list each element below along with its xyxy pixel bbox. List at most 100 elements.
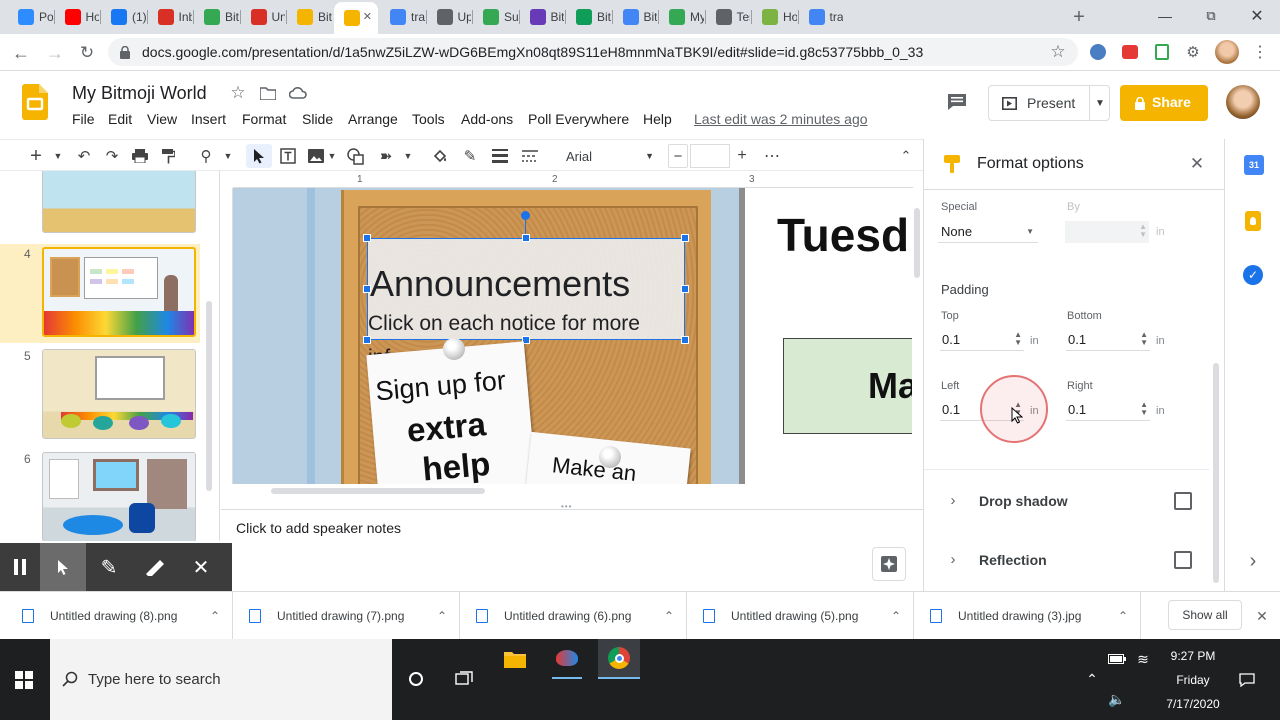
browser-tab[interactable]: (1) — [101, 4, 146, 30]
whiteboard[interactable]: Tuesd Ma — [739, 188, 913, 484]
border-weight-icon[interactable] — [490, 144, 510, 168]
menu-slide[interactable]: Slide — [302, 111, 333, 127]
last-edit-link[interactable]: Last edit was 2 minutes ago — [694, 111, 868, 127]
browser-tab[interactable]: Pos — [8, 4, 53, 30]
window-close-icon[interactable]: ✕ — [1244, 4, 1270, 28]
star-icon[interactable]: ☆ — [229, 83, 247, 102]
padding-right-input[interactable]: 0.1 ▲ ▼ — [1066, 399, 1150, 421]
chevron-up-icon[interactable]: ⌃ — [1118, 609, 1128, 623]
close-drawing-icon[interactable]: ✕ — [178, 543, 224, 591]
forward-icon[interactable]: → — [44, 42, 66, 64]
download-item[interactable]: Untitled drawing (7).png ⌃ — [235, 592, 460, 640]
whiteboard-box[interactable]: Ma — [783, 338, 913, 434]
account-avatar[interactable] — [1226, 85, 1260, 119]
menu-edit[interactable]: Edit — [108, 111, 132, 127]
browser-tab[interactable]: Tes — [706, 4, 750, 30]
browser-tab[interactable]: Bit — [194, 4, 239, 30]
tray-chevron-icon[interactable]: ⌃ — [1082, 669, 1102, 689]
close-downloads-icon[interactable]: ✕ — [1252, 606, 1272, 626]
minimize-icon[interactable]: — — [1152, 4, 1178, 28]
clock-date[interactable]: 7/17/2020 — [1156, 697, 1230, 711]
taskbar-search-box[interactable]: Type here to search — [50, 639, 392, 720]
browser-tab[interactable]: Up — [427, 4, 471, 30]
wifi-icon[interactable]: ≋ — [1132, 649, 1154, 669]
speaker-notes[interactable]: Click to add speaker notes — [236, 520, 401, 536]
browser-tab[interactable]: My — [659, 4, 704, 30]
print-icon[interactable] — [130, 144, 150, 168]
font-select[interactable]: Arial ▼ — [560, 144, 660, 168]
browser-tab[interactable]: Inb — [148, 4, 192, 30]
stepper-icon[interactable]: ▲ ▼ — [1140, 401, 1148, 417]
menu-arrange[interactable]: Arrange — [348, 111, 398, 127]
extension-icon[interactable] — [1088, 42, 1108, 62]
comments-icon[interactable] — [946, 92, 968, 112]
fill-color-icon[interactable] — [430, 144, 450, 168]
new-slide-icon[interactable]: + — [26, 144, 46, 168]
menu-insert[interactable]: Insert — [191, 111, 226, 127]
slides-logo-icon[interactable] — [22, 84, 48, 120]
resize-handle[interactable] — [363, 285, 371, 293]
file-explorer-icon[interactable] — [500, 639, 530, 679]
present-button[interactable]: Present ▼ — [988, 85, 1110, 121]
undo-icon[interactable]: ↶ — [74, 144, 94, 168]
show-all-button[interactable]: Show all — [1168, 600, 1242, 630]
font-size-increase-icon[interactable]: + — [732, 144, 752, 168]
browser-tab[interactable]: Bit — [566, 4, 611, 30]
bookmark-star-icon[interactable]: ☆ — [1048, 42, 1068, 62]
chevron-up-icon[interactable]: ⌃ — [437, 609, 447, 623]
reflection-section[interactable]: › Reflection — [924, 542, 1209, 578]
present-dropdown-icon[interactable]: ▼ — [1090, 86, 1110, 120]
explore-icon[interactable] — [872, 547, 906, 581]
slide-canvas[interactable]: Announcements Click on each notice for m… — [233, 188, 913, 484]
close-panel-icon[interactable]: ✕ — [1186, 153, 1208, 175]
back-icon[interactable]: ← — [10, 42, 32, 64]
reflection-checkbox[interactable] — [1174, 551, 1192, 569]
extension-icon[interactable] — [1120, 42, 1140, 62]
volume-icon[interactable]: 🔈 — [1106, 689, 1128, 709]
stepper-icon[interactable]: ▲ ▼ — [1140, 331, 1148, 347]
horizontal-scrollbar[interactable] — [233, 484, 913, 498]
shape-icon[interactable] — [345, 144, 365, 168]
drop-shadow-checkbox[interactable] — [1174, 492, 1192, 510]
calendar-icon[interactable]: 31 — [1244, 155, 1264, 175]
clock-day[interactable]: Friday — [1162, 673, 1224, 687]
vertical-scrollbar[interactable] — [912, 188, 923, 484]
browser-tab[interactable]: tra — [380, 4, 425, 30]
chevron-up-icon[interactable]: ⌃ — [891, 609, 901, 623]
menu-dots-icon[interactable]: ⋮ — [1250, 42, 1270, 62]
browser-tab[interactable]: tra — [799, 4, 843, 30]
puzzle-icon[interactable]: ⚙ — [1183, 42, 1203, 62]
move-folder-icon[interactable] — [259, 85, 277, 101]
slide-thumbnail[interactable] — [42, 452, 196, 541]
new-tab-icon[interactable]: + — [1068, 6, 1090, 28]
font-size-decrease-icon[interactable]: − — [668, 144, 688, 168]
stepper-icon[interactable]: ▲ ▼ — [1014, 331, 1022, 347]
cortana-icon[interactable] — [398, 661, 434, 697]
padding-bottom-input[interactable]: 0.1 ▲ ▼ — [1066, 329, 1150, 351]
browser-tab[interactable]: Hov — [55, 4, 99, 30]
announcement-text-box[interactable]: Announcements Click on each notice for m… — [367, 238, 685, 369]
pause-icon[interactable] — [0, 543, 40, 591]
zoom-dropdown-icon[interactable]: ▼ — [222, 144, 234, 168]
font-size-input[interactable] — [690, 144, 730, 168]
border-color-icon[interactable]: ✎ — [460, 144, 480, 168]
browser-tab[interactable]: Bit — [613, 4, 657, 30]
slide-thumbnail[interactable] — [42, 349, 196, 439]
browser-tab[interactable]: Ho — [752, 4, 797, 30]
extension-icon[interactable] — [1152, 42, 1172, 62]
slide-thumbnail[interactable] — [42, 171, 196, 233]
download-item[interactable]: Untitled drawing (6).png ⌃ — [462, 592, 687, 640]
restore-icon[interactable]: ⧉ — [1198, 4, 1224, 28]
browser-tab[interactable]: Bit — [287, 4, 332, 30]
download-item[interactable]: Untitled drawing (5).png ⌃ — [689, 592, 914, 640]
special-select[interactable]: None ▼ — [938, 221, 1038, 243]
chevron-up-icon[interactable]: ⌃ — [664, 609, 674, 623]
tasks-icon[interactable]: ✓ — [1243, 265, 1263, 285]
profile-avatar[interactable] — [1215, 40, 1239, 64]
browser-tab[interactable]: Bit — [520, 4, 564, 30]
chrome-icon[interactable] — [598, 639, 640, 679]
line-dropdown-icon[interactable]: ▼ — [402, 144, 414, 168]
windows-start-icon[interactable] — [0, 639, 48, 720]
menu-poll-everywhere[interactable]: Poll Everywhere — [528, 111, 629, 127]
paint-format-icon[interactable] — [158, 144, 178, 168]
